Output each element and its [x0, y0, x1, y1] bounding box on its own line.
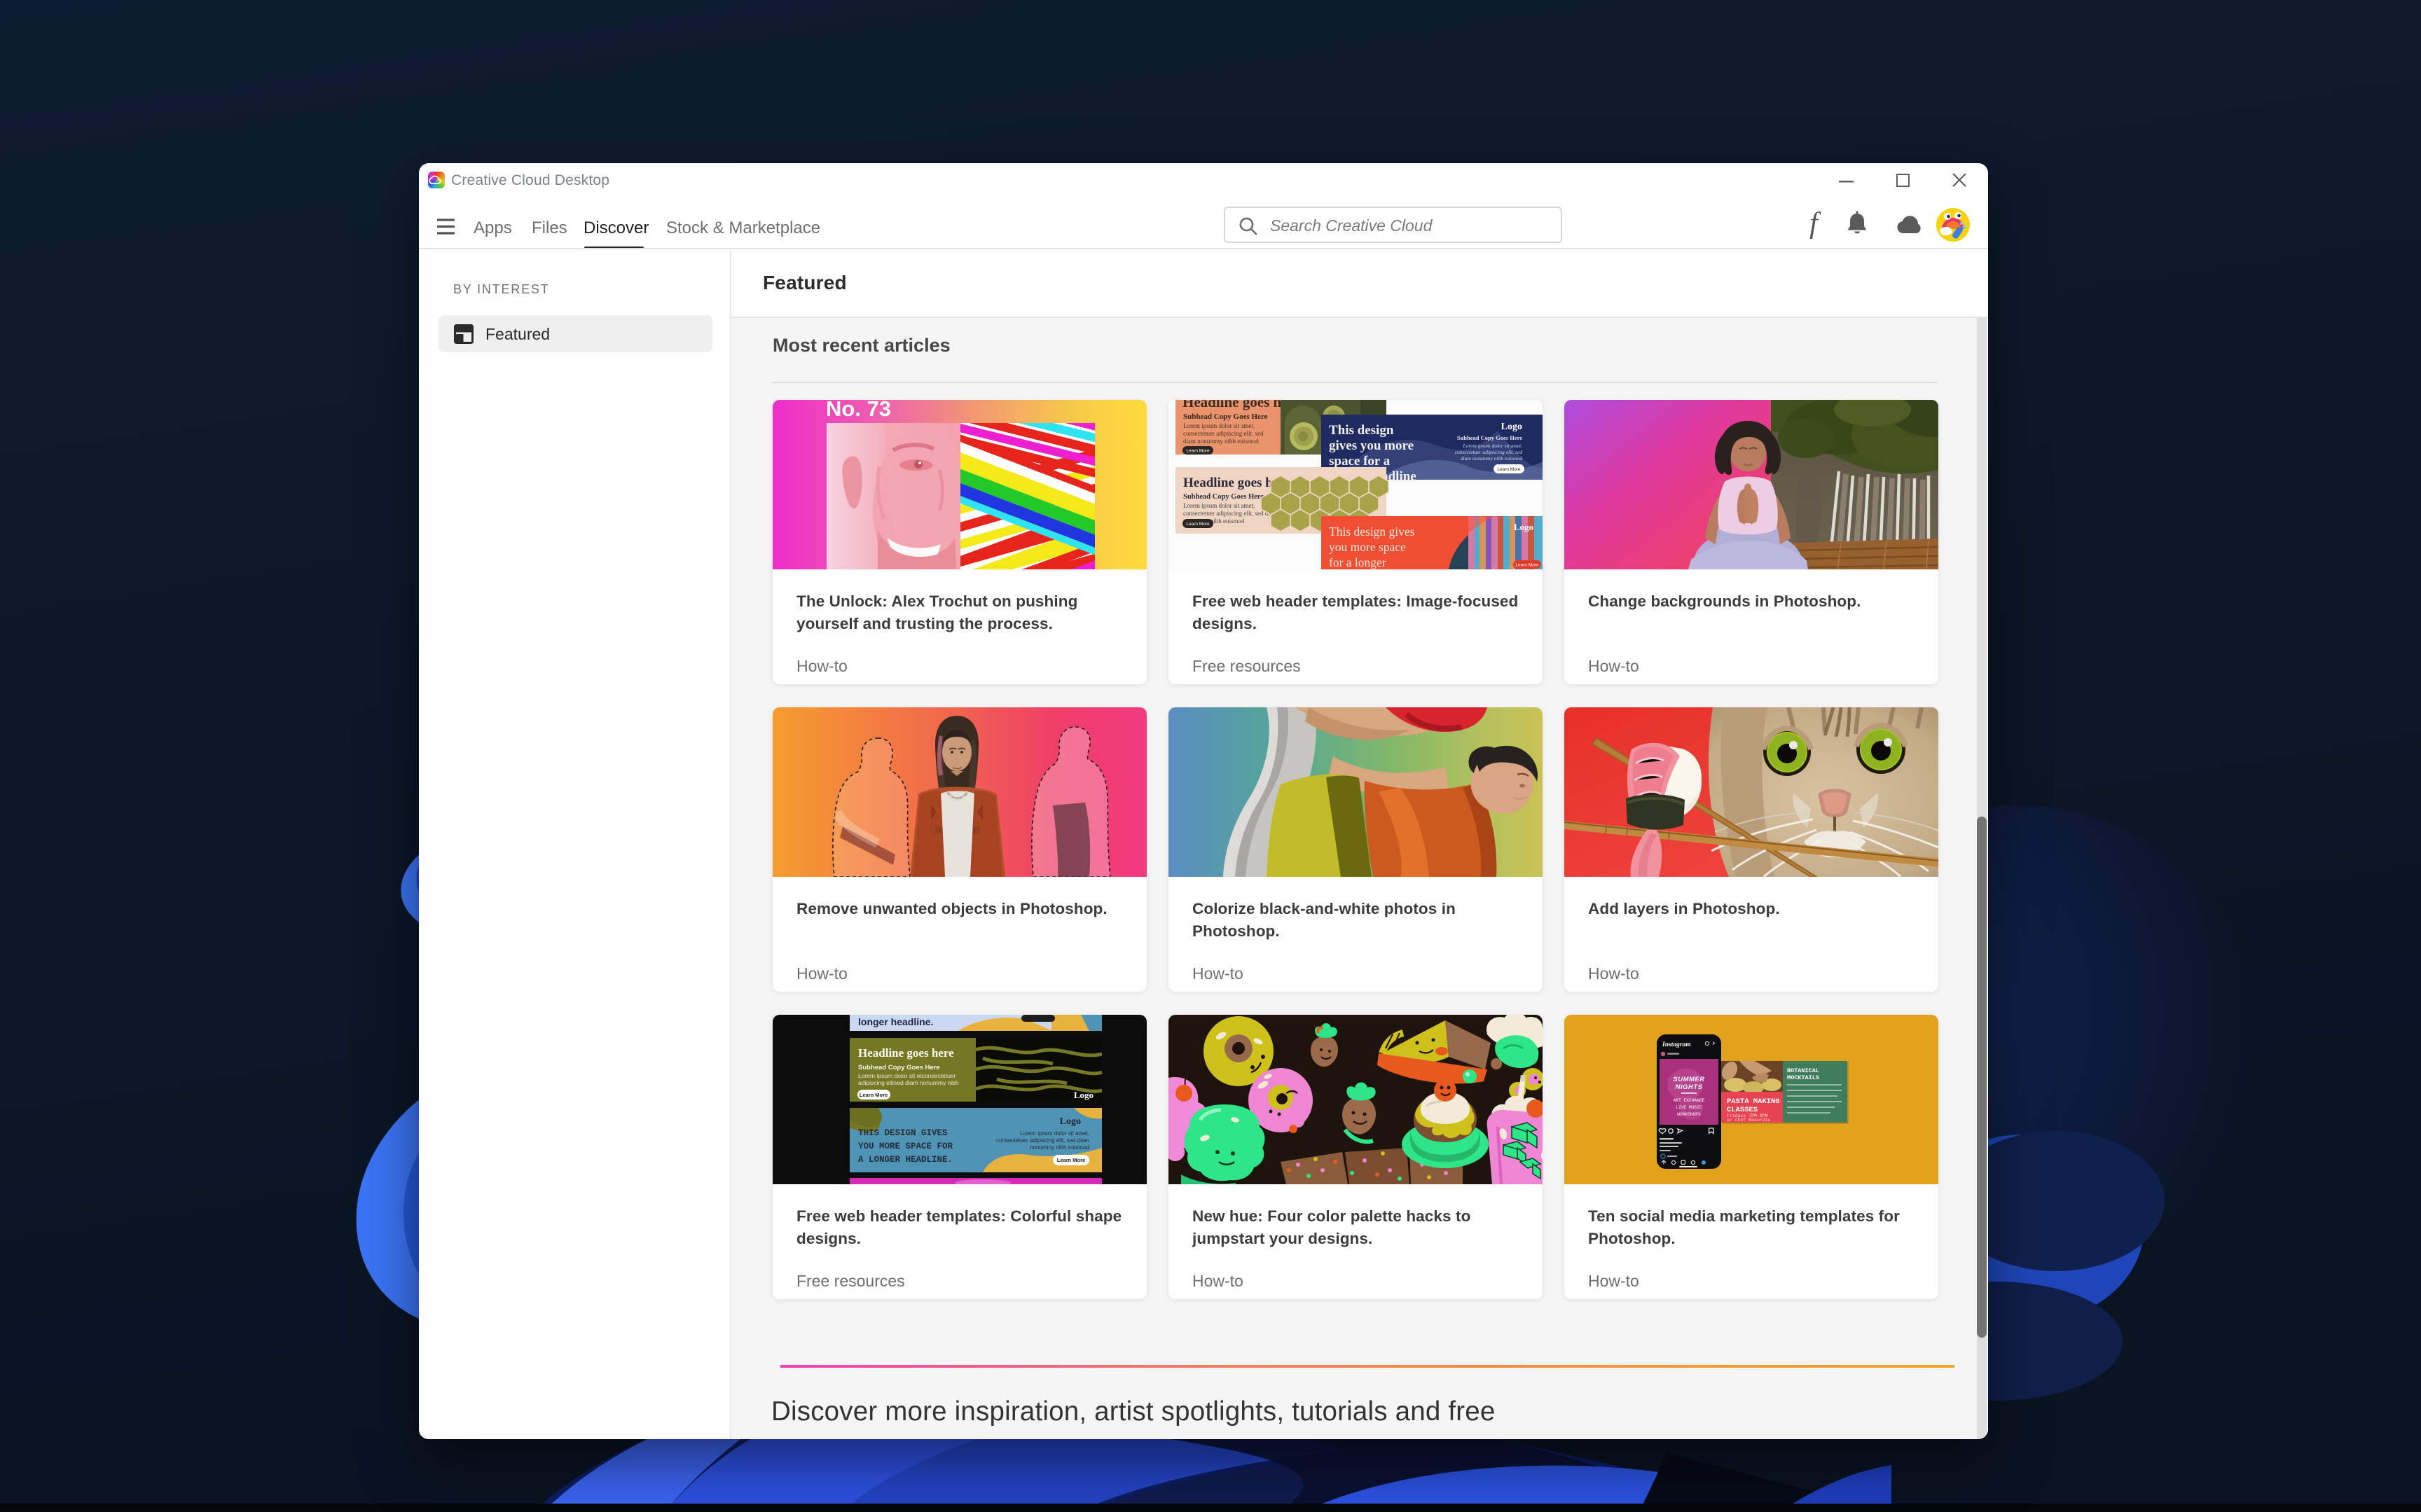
svg-text:Lorem ipsum dolor sit etconsec: Lorem ipsum dolor sit etconsectetuer: [858, 1072, 956, 1079]
svg-text:Learn More: Learn More: [860, 1092, 888, 1098]
svg-text:Lorem ipsum dolor sit amet,: Lorem ipsum dolor sit amet,: [1020, 1130, 1089, 1137]
svg-text:for a longer: for a longer: [1329, 555, 1386, 569]
svg-text:Learn More: Learn More: [1186, 522, 1210, 527]
svg-text:Learn More: Learn More: [1497, 467, 1521, 472]
svg-text:f: f: [1809, 207, 1821, 240]
svg-text:LIVE MUSIC: LIVE MUSIC: [1676, 1105, 1702, 1110]
svg-text:This design gives: This design gives: [1329, 525, 1415, 539]
svg-text:w/ Chef Beaurdie: w/ Chef Beaurdie: [1727, 1118, 1771, 1123]
svg-text:diam nonummy nibh euismod: diam nonummy nibh euismod: [1461, 455, 1522, 462]
svg-text:Learn More: Learn More: [1186, 449, 1210, 454]
svg-text:consectetuer adipiscing elit,: consectetuer adipiscing elit, sed: [1455, 449, 1522, 455]
svg-text:ART EXCHANGE: ART EXCHANGE: [1674, 1098, 1705, 1103]
svg-text:Logo: Logo: [1074, 1090, 1094, 1100]
svg-text:WORKSHOPS: WORKSHOPS: [1677, 1112, 1701, 1117]
svg-text:Logo: Logo: [1501, 422, 1522, 432]
svg-text:BOTANICAL: BOTANICAL: [1787, 1067, 1819, 1074]
svg-text:you more space: you more space: [1329, 540, 1406, 554]
svg-text:adipiscing elitsed diam nonumm: adipiscing elitsed diam nonummy nibh: [858, 1079, 959, 1086]
svg-text:A LONGER HEADLINE.: A LONGER HEADLINE.: [858, 1155, 953, 1165]
svg-text:Headline goes here: Headline goes here: [858, 1046, 954, 1060]
svg-text:NIGHTS: NIGHTS: [1676, 1083, 1703, 1091]
svg-text:Subhead Copy Goes Here: Subhead Copy Goes Here: [858, 1064, 940, 1071]
svg-text:No. 73: No. 73: [826, 400, 891, 421]
svg-text:Lorem ipsum dolor sit amet,: Lorem ipsum dolor sit amet,: [1183, 422, 1255, 429]
svg-text:space for a: space for a: [1329, 454, 1391, 469]
svg-text:This design: This design: [1329, 423, 1394, 438]
svg-text:Learn More: Learn More: [1515, 563, 1539, 568]
svg-text:Subhead Copy Goes Here: Subhead Copy Goes Here: [1183, 493, 1264, 501]
svg-text:longer headline.: longer headline.: [858, 1016, 933, 1027]
svg-text:SUMMER: SUMMER: [1673, 1076, 1704, 1083]
svg-text:Logo: Logo: [1060, 1116, 1081, 1127]
svg-text:consectetuer adipiscing elit,: consectetuer adipiscing elit, sed diam: [996, 1137, 1089, 1144]
svg-text:gives you more: gives you more: [1329, 438, 1414, 453]
svg-text:Instagram: Instagram: [1662, 1041, 1691, 1048]
svg-text:THIS DESIGN GIVES: THIS DESIGN GIVES: [858, 1128, 948, 1138]
svg-text:diam nonummy nibh euismod: diam nonummy nibh euismod: [1183, 438, 1259, 445]
svg-text:YOU MORE SPACE FOR: YOU MORE SPACE FOR: [858, 1142, 953, 1151]
svg-text:Logo: Logo: [1514, 522, 1533, 532]
svg-text:Lorem ipsum dolor sit amet,: Lorem ipsum dolor sit amet,: [1462, 443, 1522, 449]
svg-text:nonummy nibh euismod: nonummy nibh euismod: [1030, 1144, 1089, 1151]
svg-text:Subhead Copy Goes Here: Subhead Copy Goes Here: [1457, 434, 1522, 441]
svg-text:Learn More: Learn More: [1057, 1157, 1085, 1163]
svg-text:MOCKTAILS: MOCKTAILS: [1787, 1074, 1819, 1081]
svg-text:Lorem ipsum dolor sit amet,: Lorem ipsum dolor sit amet,: [1183, 502, 1255, 509]
svg-text:Subhead Copy Goes Here: Subhead Copy Goes Here: [1183, 412, 1268, 421]
svg-text:PASTA MAKING: PASTA MAKING: [1727, 1097, 1780, 1106]
svg-text:consectetuer adipiscing elit,: consectetuer adipiscing elit, sed: [1183, 430, 1264, 437]
